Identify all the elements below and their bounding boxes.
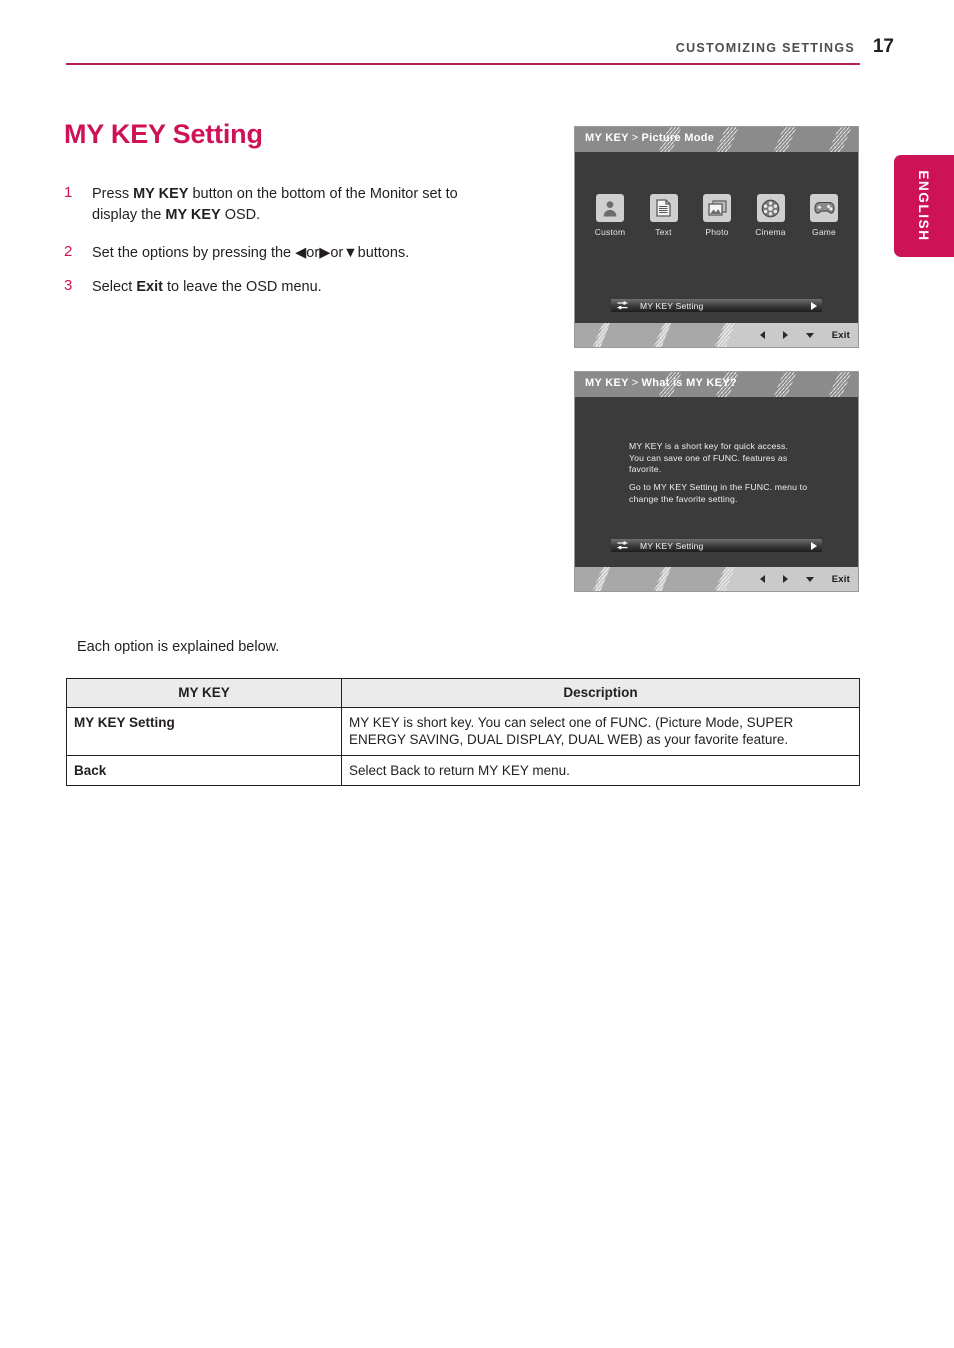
table-cell-description: MY KEY is short key. You can select one …: [341, 706, 860, 756]
osd-screenshot-what-is-my-key: MY KEY > What is MY KEY? MY KEY is a short…: [574, 371, 859, 592]
picture-mode-label: Custom: [594, 227, 626, 237]
step-number: 3: [64, 277, 73, 294]
page-header: CUSTOMIZING SETTINGS 17: [0, 0, 954, 80]
osd-body: MY KEY is a short key for quick access. …: [575, 397, 858, 581]
step-number: 1: [64, 184, 73, 201]
picture-mode-label: Cinema: [755, 227, 786, 237]
table-header-my-key: MY KEY: [66, 678, 342, 708]
osd-bottom-bar: Exit: [575, 323, 858, 347]
table-row: Back Select Back to return MY KEY menu.: [66, 754, 860, 786]
step-text: Set the options by pressing the ◀or▶or▼b…: [92, 245, 410, 261]
osd-breadcrumb-current: What is MY KEY?: [641, 377, 737, 389]
table-header-row: MY KEY Description: [66, 678, 860, 708]
osd-breadcrumb-separator: >: [631, 377, 639, 389]
picture-mode-label: Game: [812, 227, 836, 237]
osd-breadcrumb-separator: >: [631, 132, 639, 144]
hatch-stripe: [824, 127, 855, 152]
table-cell-description: Select Back to return MY KEY menu.: [341, 754, 860, 786]
page-number: 17: [872, 36, 894, 57]
table-row: MY KEY Setting MY KEY is short key. You …: [66, 706, 860, 756]
osd-menu-row-label: MY KEY Setting: [640, 540, 704, 551]
table-header-description: Description: [341, 678, 860, 708]
picture-mode-label: Photo: [705, 227, 729, 237]
hatch-stripe: [824, 372, 855, 397]
each-option-note: Each option is explained below.: [77, 639, 280, 655]
left-arrow-icon[interactable]: [759, 331, 765, 339]
film-reel-icon: [756, 194, 785, 222]
document-icon: [649, 194, 678, 222]
language-tab-label: ENGLISH: [916, 170, 932, 242]
osd-screenshot-picture-mode: MY KEY > Picture Mode Custom Text Photo …: [574, 126, 859, 348]
picture-mode-option-cinema[interactable]: Cinema: [749, 194, 793, 237]
picture-mode-option-text[interactable]: Text: [642, 194, 686, 237]
person-icon: [596, 194, 624, 222]
hatch-stripe: [769, 372, 800, 397]
down-arrow-icon[interactable]: [805, 332, 814, 338]
hatch-stripe: [711, 127, 742, 152]
step-number: 2: [64, 243, 73, 260]
osd-menu-row-label: MY KEY Setting: [640, 300, 704, 311]
osd-title-bar: MY KEY > What is MY KEY?: [575, 372, 858, 397]
osd-description-text-1: MY KEY is a short key for quick access. …: [629, 441, 789, 474]
header-divider-rule: [66, 63, 860, 65]
gamepad-icon: [810, 194, 838, 222]
osd-breadcrumb: MY KEY > What is MY KEY?: [585, 377, 737, 389]
step-text: Press MY KEY button on the bottom of the…: [92, 186, 458, 223]
chevron-right-icon: [811, 301, 817, 310]
language-tab: ENGLISH: [894, 155, 954, 257]
page-title: MY KEY Setting: [64, 119, 263, 149]
osd-menu-row-my-key-setting[interactable]: MY KEY Setting: [611, 299, 822, 312]
osd-bottom-controls: Exit: [759, 567, 850, 591]
osd-breadcrumb-prefix: MY KEY: [585, 377, 629, 389]
hatch-stripe: [769, 127, 800, 152]
osd-body: Custom Text Photo Cinema Game MY KEY Set…: [575, 152, 858, 344]
osd-bottom-bar: Exit: [575, 567, 858, 591]
exit-button[interactable]: Exit: [832, 574, 850, 585]
osd-breadcrumb-prefix: MY KEY: [585, 132, 629, 144]
picture-mode-option-photo[interactable]: Photo: [695, 194, 739, 237]
picture-mode-option-custom[interactable]: Custom: [588, 194, 632, 237]
table-cell-key: MY KEY Setting: [66, 706, 342, 756]
osd-breadcrumb-current: Picture Mode: [641, 132, 715, 144]
step-text: Select Exit to leave the OSD menu.: [92, 279, 322, 295]
sliders-icon: [616, 540, 629, 551]
osd-menu-row-my-key-setting[interactable]: MY KEY Setting: [611, 539, 822, 552]
sliders-icon: [616, 300, 629, 311]
osd-title-bar: MY KEY > Picture Mode: [575, 127, 858, 152]
right-arrow-icon[interactable]: [782, 331, 788, 339]
picture-mode-icon-row: Custom Text Photo Cinema Game: [588, 194, 846, 237]
osd-bottom-controls: Exit: [759, 323, 850, 347]
right-arrow-icon[interactable]: [782, 575, 788, 583]
down-arrow-icon[interactable]: [805, 576, 814, 582]
picture-mode-label: Text: [655, 227, 672, 237]
photo-icon: [703, 194, 731, 222]
exit-button[interactable]: Exit: [832, 330, 850, 341]
osd-description-text-2: Go to MY KEY Setting in the FUNC. menu t…: [629, 482, 808, 504]
option-description-table: MY KEY Description MY KEY Setting MY KEY…: [66, 678, 860, 786]
picture-mode-option-game[interactable]: Game: [802, 194, 846, 237]
left-arrow-icon[interactable]: [759, 575, 765, 583]
osd-breadcrumb: MY KEY > Picture Mode: [585, 132, 714, 144]
table-cell-key: Back: [66, 754, 342, 786]
header-section-title: CUSTOMIZING SETTINGS: [675, 41, 855, 55]
chevron-right-icon: [811, 541, 817, 550]
